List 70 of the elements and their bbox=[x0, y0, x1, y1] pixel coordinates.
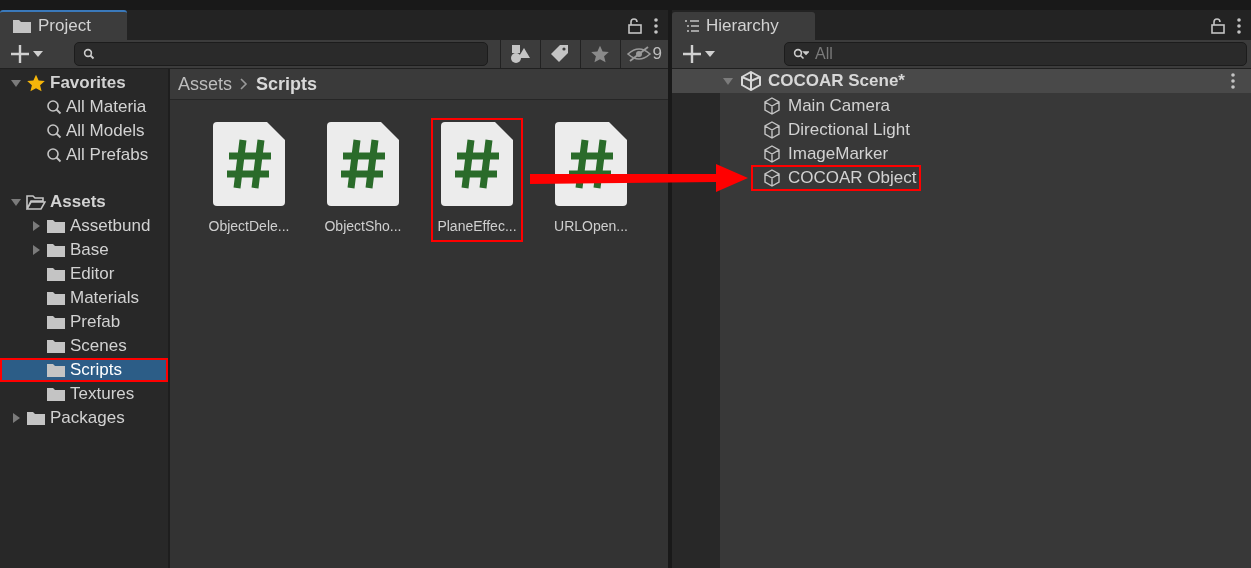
unity-logo-icon bbox=[740, 71, 762, 91]
hierarchy-tab[interactable]: Hierarchy bbox=[672, 12, 815, 40]
search-icon bbox=[46, 123, 62, 139]
tree-item[interactable]: All Models bbox=[0, 119, 168, 143]
tree-item[interactable]: Textures bbox=[0, 382, 168, 406]
tree-item[interactable]: Materials bbox=[0, 286, 168, 310]
tree-item[interactable]: Assets bbox=[0, 190, 168, 214]
tree-item[interactable]: Base bbox=[0, 238, 168, 262]
search-field[interactable] bbox=[74, 42, 488, 66]
script-file-icon[interactable] bbox=[441, 122, 513, 206]
search-icon bbox=[46, 99, 62, 115]
asset-item[interactable]: ObjectSho... bbox=[320, 120, 406, 240]
cube-icon bbox=[762, 144, 782, 164]
tree-item[interactable]: All Materia bbox=[0, 95, 168, 119]
folder-icon bbox=[46, 242, 66, 258]
hierarchy-item[interactable]: Main Camera bbox=[752, 94, 895, 118]
collapsed-caret-icon[interactable] bbox=[10, 412, 22, 424]
asset-item[interactable]: ObjectDele... bbox=[204, 120, 294, 240]
folder-icon bbox=[26, 410, 46, 426]
folder-icon bbox=[46, 290, 66, 306]
cube-icon bbox=[762, 168, 782, 188]
hierarchy-item[interactable]: Directional Light bbox=[752, 118, 914, 142]
expanded-caret-icon[interactable] bbox=[10, 196, 22, 208]
script-file-icon[interactable] bbox=[213, 122, 285, 206]
folder-icon bbox=[12, 18, 32, 34]
more-menu-icon[interactable] bbox=[1231, 73, 1235, 89]
folder-icon bbox=[46, 266, 66, 282]
more-menu-icon[interactable] bbox=[654, 18, 658, 34]
search-icon bbox=[46, 147, 62, 163]
collapsed-caret-icon[interactable] bbox=[30, 244, 42, 256]
cube-icon bbox=[762, 96, 782, 116]
folder-icon bbox=[46, 362, 66, 378]
tree-item[interactable]: Assetbund bbox=[0, 214, 168, 238]
cube-icon bbox=[762, 120, 782, 140]
tree-item[interactable]: Favorites bbox=[0, 71, 168, 95]
tree-item[interactable]: Scenes bbox=[0, 334, 168, 358]
script-file-icon[interactable] bbox=[327, 122, 399, 206]
create-dropdown-button[interactable] bbox=[10, 44, 44, 64]
star-icon bbox=[590, 45, 611, 63]
breadcrumb-item[interactable]: Scripts bbox=[256, 73, 318, 95]
shapes-icon bbox=[509, 44, 532, 64]
hidden-eye-icon bbox=[626, 45, 651, 63]
folder-icon bbox=[46, 314, 66, 330]
tree-item[interactable]: Prefab bbox=[0, 310, 168, 334]
search-icon bbox=[793, 48, 809, 60]
create-dropdown-button[interactable] bbox=[682, 44, 716, 64]
expanded-caret-icon[interactable] bbox=[10, 77, 22, 89]
star-icon bbox=[26, 74, 46, 92]
open-folder-icon bbox=[26, 194, 46, 210]
project-tab[interactable]: Project bbox=[0, 10, 127, 40]
tree-item[interactable]: Editor bbox=[0, 262, 168, 286]
more-menu-icon[interactable] bbox=[1237, 18, 1241, 34]
search-icon bbox=[83, 48, 95, 60]
tree-item[interactable]: Scripts bbox=[0, 358, 168, 382]
asset-item[interactable]: PlaneEffec... bbox=[433, 120, 521, 240]
tree-item[interactable]: Packages bbox=[0, 406, 168, 430]
tree-item[interactable]: All Prefabs bbox=[0, 143, 168, 167]
collapsed-caret-icon[interactable] bbox=[30, 220, 42, 232]
folder-icon bbox=[46, 338, 66, 354]
folder-icon bbox=[46, 218, 66, 234]
lock-icon[interactable] bbox=[628, 18, 642, 34]
lock-icon[interactable] bbox=[1211, 18, 1225, 34]
list-icon bbox=[684, 19, 700, 33]
tag-icon bbox=[550, 44, 571, 64]
scene-row[interactable]: COCOAR Scene* bbox=[672, 69, 1251, 93]
hierarchy-item[interactable]: ImageMarker bbox=[752, 142, 893, 166]
breadcrumb-item[interactable]: Assets bbox=[178, 73, 233, 95]
folder-icon bbox=[46, 386, 66, 402]
hierarchy-item[interactable]: COCOAR Object bbox=[752, 166, 921, 190]
chevron-right-icon bbox=[240, 78, 249, 90]
